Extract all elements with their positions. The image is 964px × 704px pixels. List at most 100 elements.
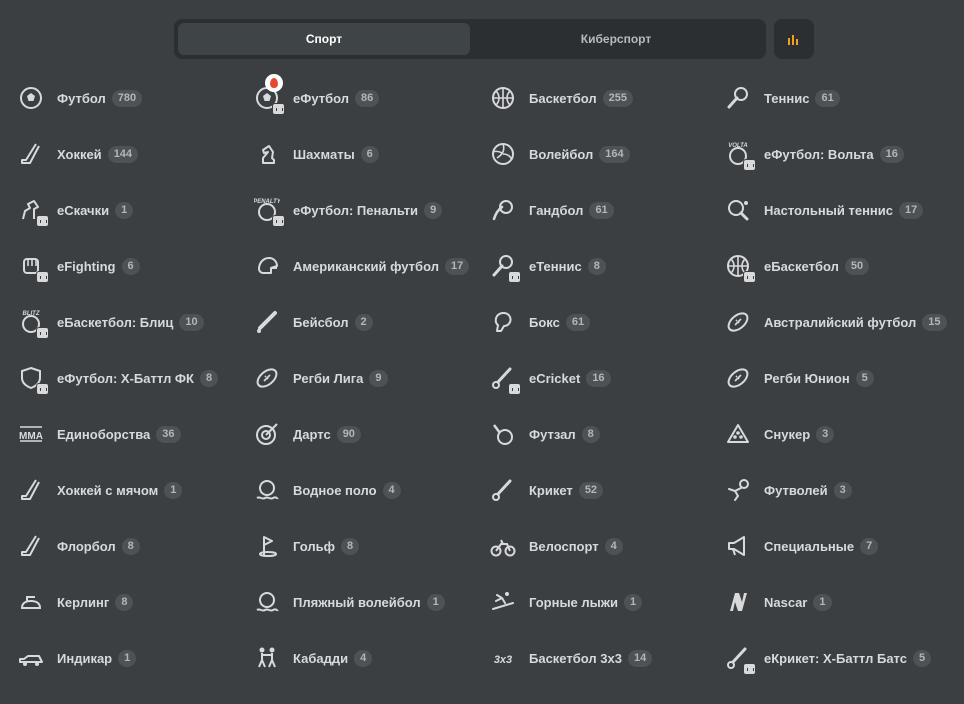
sport-item-hockey[interactable]: Хоккей 144 bbox=[16, 126, 252, 182]
sport-label: Настольный теннис bbox=[764, 202, 893, 218]
fist-icon bbox=[16, 251, 49, 283]
sport-item-aussie-ball[interactable]: Австралийский футбол 15 bbox=[723, 294, 956, 350]
sport-item-basketball-3x3[interactable]: 3x3 Баскетбол 3х3 14 bbox=[488, 630, 723, 686]
sport-item-chess[interactable]: Шахматы 6 bbox=[252, 126, 488, 182]
gamepad-icon bbox=[36, 215, 49, 227]
event-count-badge: 6 bbox=[121, 257, 140, 275]
footvolley-icon bbox=[723, 475, 753, 505]
sport-item-rugby-union[interactable]: Регби Юнион 5 bbox=[723, 350, 956, 406]
sport-label: Единоборства bbox=[57, 426, 151, 442]
sport-item-indycar[interactable]: Индикар 1 bbox=[16, 630, 252, 686]
sport-item-efootball[interactable]: еФутбол 86 bbox=[252, 70, 488, 126]
sport-item-ebasketball[interactable]: еБаскетбол 50 bbox=[723, 238, 956, 294]
sport-item-floorball[interactable]: Флорбол 8 bbox=[16, 518, 252, 574]
event-count-badge: 8 bbox=[115, 593, 134, 611]
event-count-badge: 5 bbox=[912, 649, 932, 667]
ecricket-icon bbox=[488, 363, 521, 395]
chess-icon bbox=[252, 139, 282, 169]
sport-item-cycling[interactable]: Велоспорт 4 bbox=[488, 518, 723, 574]
sport-label: Дартс bbox=[293, 426, 331, 442]
sport-item-handball[interactable]: Гандбол 61 bbox=[488, 182, 723, 238]
blitz-icon: BLITZ bbox=[16, 307, 49, 339]
event-count-badge: 4 bbox=[604, 537, 623, 555]
sport-item-penalty[interactable]: PENALTY еФутбол: Пенальти 9 bbox=[252, 182, 488, 238]
sport-item-golf[interactable]: Гольф 8 bbox=[252, 518, 488, 574]
event-count-badge: 10 bbox=[179, 313, 204, 331]
sport-label: еФутбол: Х-Баттл ФК bbox=[57, 370, 194, 386]
sport-item-megaphone[interactable]: Специальные 7 bbox=[723, 518, 956, 574]
sport-label: Снукер bbox=[764, 426, 811, 442]
sport-label: Водное поло bbox=[293, 482, 377, 498]
event-count-badge: 8 bbox=[587, 257, 606, 275]
gamepad-icon bbox=[508, 383, 521, 395]
sport-label: Баскетбол 3х3 bbox=[529, 650, 622, 666]
sport-item-baseball-bat[interactable]: Бейсбол 2 bbox=[252, 294, 488, 350]
hockey-icon bbox=[16, 139, 46, 169]
mma-icon: MMA bbox=[16, 419, 46, 449]
baseball-bat-icon bbox=[252, 307, 282, 337]
tennis-icon bbox=[723, 83, 753, 113]
sport-item-basketball[interactable]: Баскетбол 255 bbox=[488, 70, 723, 126]
aussie-ball-icon bbox=[723, 307, 753, 337]
sport-item-nascar[interactable]: Nascar 1 bbox=[723, 574, 956, 630]
bar-chart-icon bbox=[788, 35, 798, 45]
sport-item-volleyball[interactable]: Волейбол 164 bbox=[488, 126, 723, 182]
sport-item-tennis[interactable]: Теннис 61 bbox=[723, 70, 956, 126]
event-count-badge: 1 bbox=[426, 593, 445, 611]
sport-item-boxing-glove[interactable]: Бокс 61 bbox=[488, 294, 723, 350]
gamepad-icon bbox=[36, 327, 49, 339]
sport-label: еБаскетбол: Блиц bbox=[57, 314, 174, 330]
sport-item-ecricket[interactable]: eCricket 16 bbox=[488, 350, 723, 406]
sport-label: Велоспорт bbox=[529, 538, 599, 554]
sport-item-ecricket-xbattle[interactable]: еКрикет: Х-Баттл Батс 5 bbox=[723, 630, 956, 686]
sport-item-etennis[interactable]: еТеннис 8 bbox=[488, 238, 723, 294]
sport-label: Пляжный волейбол bbox=[293, 594, 421, 610]
sports-grid: Футбол 780 еФутбол 86 Баскетбол 255 Теннис 61 Хо… bbox=[16, 70, 956, 686]
gamepad-icon bbox=[743, 159, 756, 171]
event-count-badge: 16 bbox=[586, 369, 611, 387]
sport-item-curling[interactable]: Керлинг 8 bbox=[16, 574, 252, 630]
svg-text:BLITZ: BLITZ bbox=[23, 311, 40, 317]
event-count-badge: 8 bbox=[581, 425, 600, 443]
sport-item-table-tennis[interactable]: Настольный теннис 17 bbox=[723, 182, 956, 238]
sport-item-horse-racing[interactable]: еСкачки 1 bbox=[16, 182, 252, 238]
sport-label: Горные лыжи bbox=[529, 594, 618, 610]
event-count-badge: 16 bbox=[879, 145, 904, 163]
statistics-button[interactable] bbox=[774, 19, 814, 59]
event-count-badge: 3 bbox=[816, 425, 835, 443]
sport-item-xbattle-shield[interactable]: еФутбол: Х-Баттл ФК 8 bbox=[16, 350, 252, 406]
sport-label: еКрикет: Х-Баттл Батс bbox=[764, 650, 907, 666]
sport-item-volta[interactable]: VOLTA еФутбол: Вольта 16 bbox=[723, 126, 956, 182]
sport-item-football-helmet[interactable]: Американский футбол 17 bbox=[252, 238, 488, 294]
sport-item-mma[interactable]: MMA Единоборства 36 bbox=[16, 406, 252, 462]
sport-item-darts[interactable]: Дартс 90 bbox=[252, 406, 488, 462]
sport-item-rugby-ball[interactable]: Регби Лига 9 bbox=[252, 350, 488, 406]
sport-item-water-polo[interactable]: Водное поло 4 bbox=[252, 462, 488, 518]
event-count-badge: 1 bbox=[115, 201, 134, 219]
efootball-icon bbox=[252, 74, 285, 115]
sport-label: Специальные bbox=[764, 538, 855, 554]
sport-item-fist[interactable]: eFighting 6 bbox=[16, 238, 252, 294]
football-icon bbox=[16, 83, 46, 113]
sport-item-footvolley[interactable]: Футволей 3 bbox=[723, 462, 956, 518]
etennis-icon bbox=[488, 251, 521, 283]
sport-item-blitz[interactable]: BLITZ еБаскетбол: Блиц 10 bbox=[16, 294, 252, 350]
tab-esport[interactable]: Киберспорт bbox=[470, 23, 762, 55]
sport-item-snooker[interactable]: Снукер 3 bbox=[723, 406, 956, 462]
sport-item-cricket[interactable]: Крикет 52 bbox=[488, 462, 723, 518]
sport-item-beach-volleyball[interactable]: Пляжный волейбол 1 bbox=[252, 574, 488, 630]
sport-item-bandy[interactable]: Хоккей с мячом 1 bbox=[16, 462, 252, 518]
event-count-badge: 1 bbox=[623, 593, 643, 611]
sport-item-futsal[interactable]: Футзал 8 bbox=[488, 406, 723, 462]
event-count-badge: 780 bbox=[111, 89, 143, 107]
sport-item-kabaddi[interactable]: Кабадди 4 bbox=[252, 630, 488, 686]
volta-icon: VOLTA bbox=[723, 139, 756, 171]
tab-sport[interactable]: Спорт bbox=[178, 23, 470, 55]
sport-item-skiing[interactable]: Горные лыжи 1 bbox=[488, 574, 723, 630]
event-count-badge: 144 bbox=[107, 145, 139, 163]
penalty-icon: PENALTY bbox=[252, 195, 285, 227]
event-count-badge: 52 bbox=[578, 481, 604, 499]
sport-item-football[interactable]: Футбол 780 bbox=[16, 70, 252, 126]
darts-icon bbox=[252, 419, 282, 449]
futsal-icon bbox=[488, 419, 518, 449]
